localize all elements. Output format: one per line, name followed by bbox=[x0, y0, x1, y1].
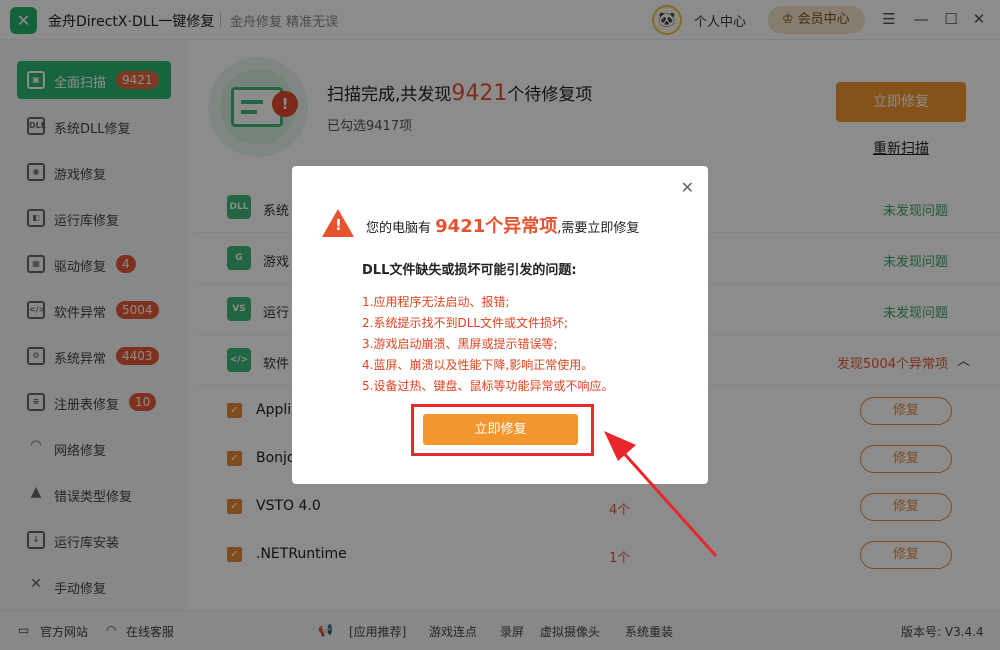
alert-dialog: ✕ ! 您的电脑有 9421个异常项,需要立即修复 DLL文件缺失或损坏可能引发… bbox=[292, 166, 708, 484]
problem-list: 1.应用程序无法启动、报错; 2.系统提示找不到DLL文件或文件损坏; 3.游戏… bbox=[362, 292, 613, 397]
headline-suffix: ,需要立即修复 bbox=[557, 221, 640, 236]
headline-count: 9421个异常项 bbox=[435, 216, 558, 237]
dialog-section-title: DLL文件缺失或损坏可能引发的问题: bbox=[362, 263, 577, 278]
problem-item: 3.游戏启动崩溃、黑屏或提示错误等; bbox=[362, 337, 558, 351]
warning-icon: ! bbox=[322, 209, 354, 237]
problem-item: 2.系统提示找不到DLL文件或文件损坏; bbox=[362, 316, 569, 330]
dialog-headline: 您的电脑有 9421个异常项,需要立即修复 bbox=[366, 212, 639, 238]
headline-prefix: 您的电脑有 bbox=[366, 221, 432, 236]
problem-item: 5.设备过热、键盘、鼠标等功能异常或不响应。 bbox=[362, 379, 614, 393]
close-icon[interactable]: ✕ bbox=[681, 178, 694, 197]
dialog-fix-now-button[interactable]: 立即修复 bbox=[423, 414, 578, 445]
problem-item: 1.应用程序无法启动、报错; bbox=[362, 295, 510, 309]
problem-item: 4.蓝屏、崩溃以及性能下降,影响正常使用。 bbox=[362, 358, 594, 372]
